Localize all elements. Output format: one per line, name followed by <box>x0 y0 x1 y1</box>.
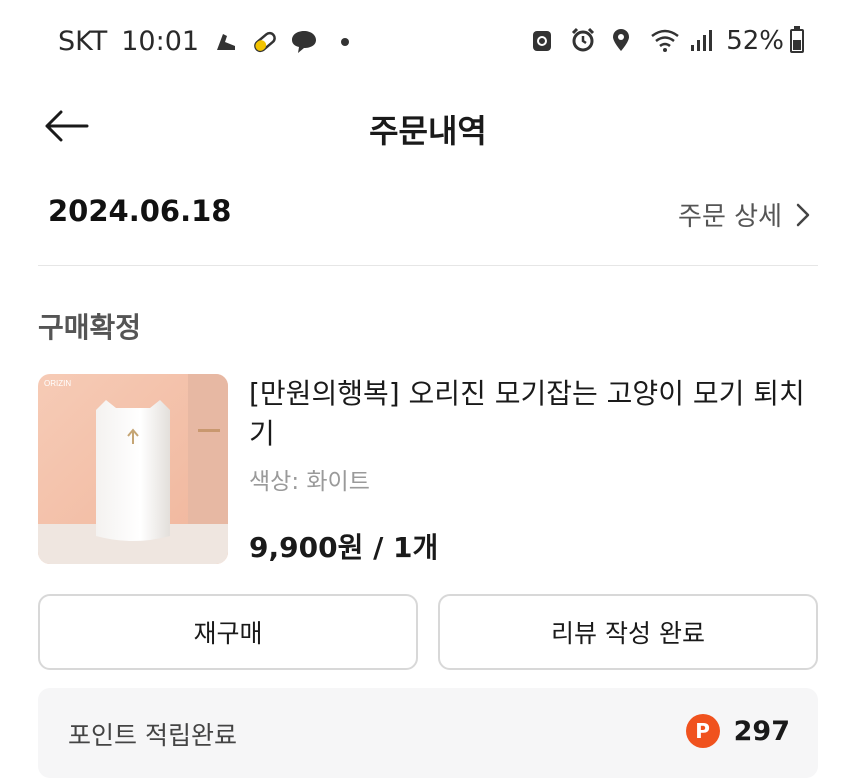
order-status-label: 구매확정 <box>38 311 142 344</box>
page-title: 주문내역 <box>369 112 487 150</box>
product-info: [만원의행복] 오리진 모기잡는 고양이 모기 퇴치기 색상: 화이트 9,90… <box>249 374 816 566</box>
product-name[interactable]: [만원의행복] 오리진 모기잡는 고양이 모기 퇴치기 <box>249 374 816 454</box>
location-icon <box>610 27 638 55</box>
section-divider <box>38 265 818 266</box>
points-earned-box: 포인트 적립완료 P 297 <box>38 688 818 778</box>
point-coin-icon: P <box>685 714 720 748</box>
carrier-label: SKT <box>58 26 108 57</box>
chat-bubble-icon <box>289 28 317 56</box>
product-option: 색상: 화이트 <box>249 469 370 495</box>
clock-time: 10:01 <box>121 26 200 57</box>
app-header: 주문내역 <box>0 88 856 164</box>
order-detail-link[interactable]: 주문 상세 <box>678 196 810 233</box>
alarm-icon <box>570 27 598 55</box>
points-amount: P 297 <box>685 714 790 748</box>
status-bar-right: 52% <box>526 26 804 56</box>
chevron-right-icon <box>796 203 810 226</box>
pill-app-icon <box>251 28 279 56</box>
signal-icon <box>690 27 718 55</box>
status-bar-left: SKT 10:01 <box>58 26 350 57</box>
order-history-page: SKT 10:01 52% 주문내역 2024.06.18 주문 상세 구매확정… <box>0 0 856 783</box>
mosquito-killer-image: ORIZIN <box>38 374 228 564</box>
order-detail-label: 주문 상세 <box>678 202 782 232</box>
points-value: 297 <box>733 715 790 747</box>
rebuy-button[interactable]: 재구매 <box>38 594 418 670</box>
order-date: 2024.06.18 <box>48 194 232 228</box>
wifi-icon <box>650 27 679 55</box>
points-earned-label: 포인트 적립완료 <box>68 721 237 750</box>
notification-dot-icon <box>341 37 350 46</box>
battery-icon <box>790 26 804 53</box>
product-thumbnail[interactable]: ORIZIN <box>38 374 228 564</box>
battery-percent: 52% <box>726 26 784 56</box>
recycle-icon <box>530 27 558 55</box>
shoe-app-icon <box>213 28 241 56</box>
order-header-row: 2024.06.18 주문 상세 <box>48 190 816 234</box>
battery-fill <box>793 39 801 50</box>
status-bar: SKT 10:01 52% <box>0 0 856 88</box>
product-price-quantity: 9,900원 / 1개 <box>249 531 439 564</box>
brand-mark: ORIZIN <box>44 379 71 388</box>
review-complete-button[interactable]: 리뷰 작성 완료 <box>438 594 818 670</box>
